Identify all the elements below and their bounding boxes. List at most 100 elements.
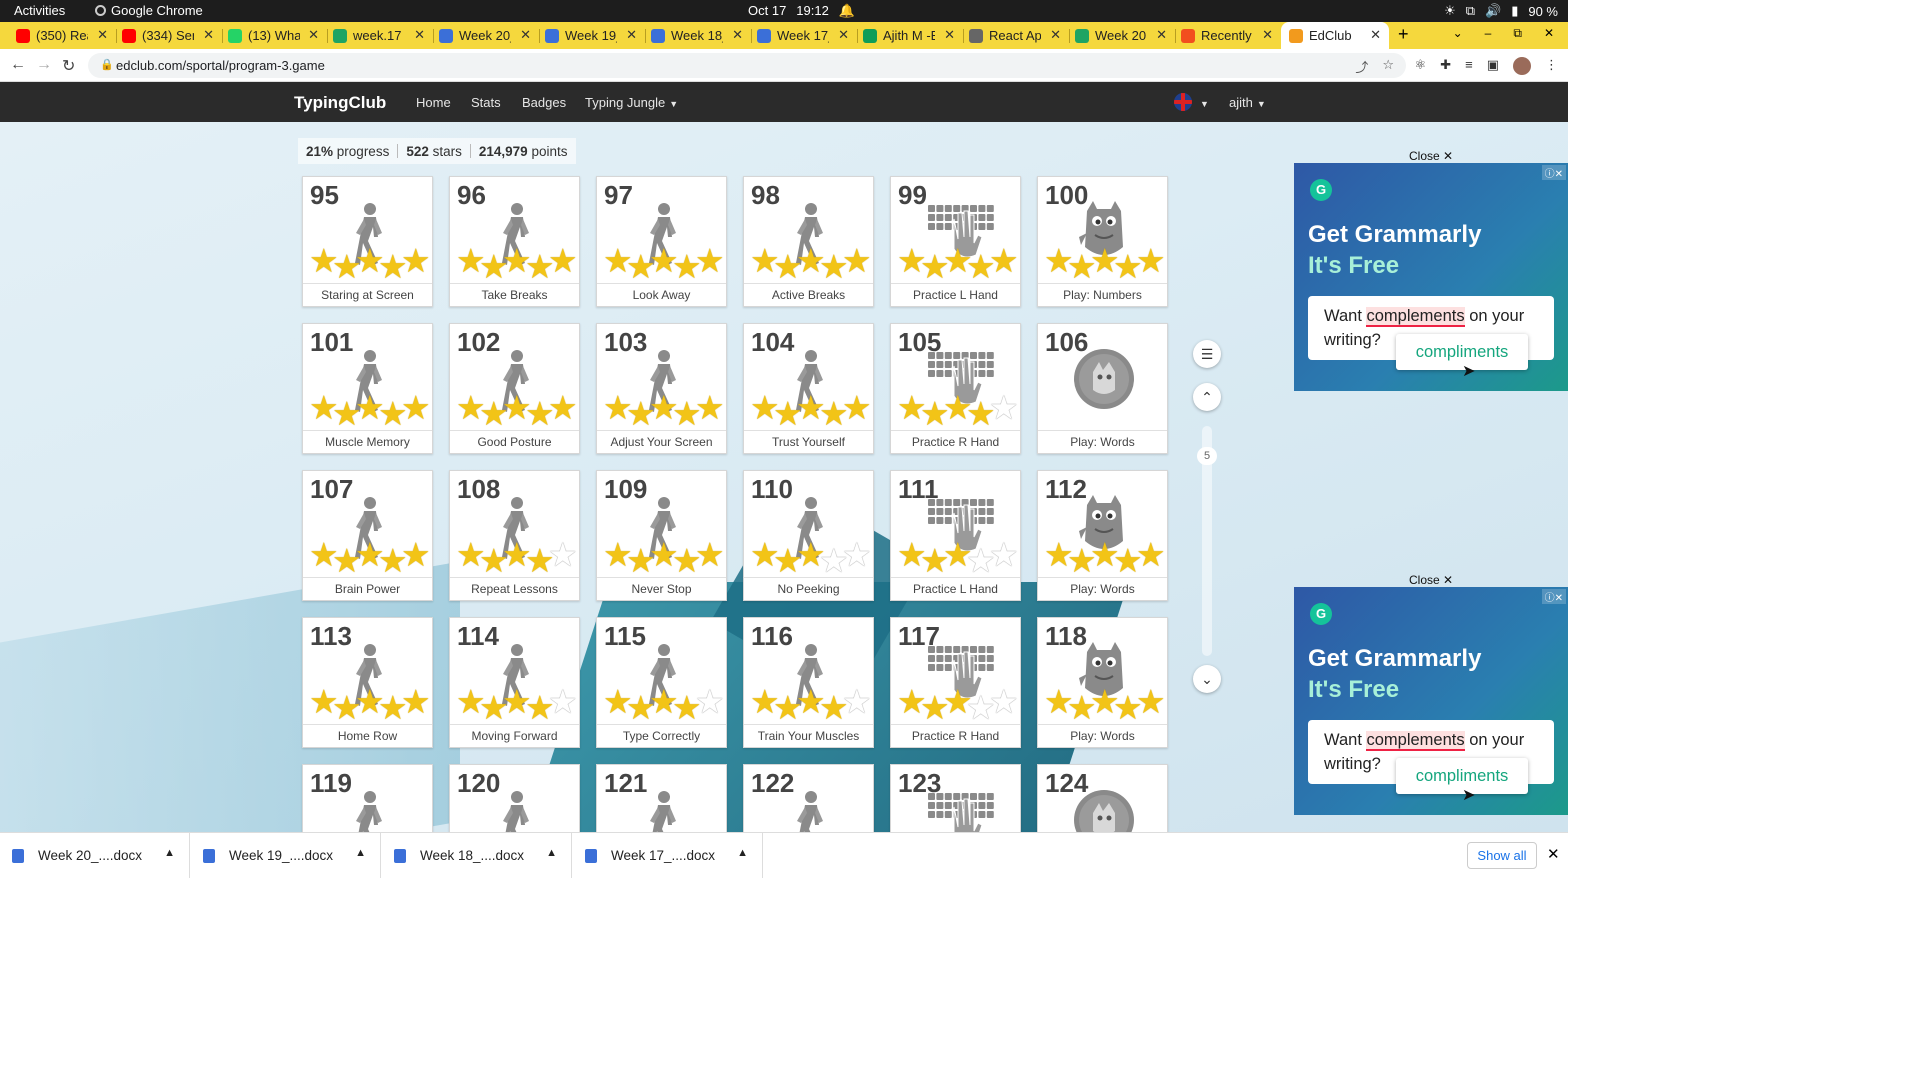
browser-tab[interactable]: Week 19_ ✕ bbox=[539, 22, 645, 49]
browser-tab[interactable]: Week 20_ ✕ bbox=[433, 22, 539, 49]
lesson-card[interactable]: 115 ★ ★ ★ ★ ★ Type Correctly bbox=[596, 617, 727, 748]
forward-icon[interactable]: → bbox=[36, 56, 52, 74]
scroll-up-icon[interactable]: ⌃ bbox=[1193, 383, 1221, 411]
reload-icon[interactable]: ↻ bbox=[62, 56, 75, 76]
browser-tab[interactable]: (13) What ✕ bbox=[222, 22, 327, 49]
tab-close-icon[interactable]: ✕ bbox=[520, 27, 531, 43]
lesson-card[interactable]: 122 bbox=[743, 764, 874, 832]
lesson-card[interactable]: 104 ★ ★ ★ ★ ★ Trust Yourself bbox=[743, 323, 874, 454]
lesson-card[interactable]: 118 ★ ★ ★ ★ ★ Play: Words bbox=[1037, 617, 1168, 748]
active-app[interactable]: Google Chrome bbox=[95, 3, 203, 18]
lesson-card[interactable]: 106 Play: Words bbox=[1037, 323, 1168, 454]
tab-close-icon[interactable]: ✕ bbox=[97, 27, 108, 43]
browser-tab[interactable]: EdClub ✕ bbox=[1281, 22, 1389, 49]
tab-close-icon[interactable]: ✕ bbox=[308, 27, 319, 43]
nav-typing-jungle[interactable]: Typing Jungle ▼ bbox=[585, 95, 678, 110]
chevron-up-icon[interactable]: ▲ bbox=[164, 847, 175, 859]
lesson-card[interactable]: 113 ★ ★ ★ ★ ★ Home Row bbox=[302, 617, 433, 748]
activities-button[interactable]: Activities bbox=[14, 3, 65, 18]
download-item[interactable]: Week 17_....docx ▲ bbox=[573, 833, 763, 878]
grammarly-ad[interactable]: G ⓘ✕ Get Grammarly It's Free Want comple… bbox=[1294, 163, 1568, 391]
show-all-button[interactable]: Show all bbox=[1467, 842, 1537, 869]
lesson-card[interactable]: 100 ★ ★ ★ ★ ★ Play: Numbers bbox=[1037, 176, 1168, 307]
ad-close-button[interactable]: Close ✕ bbox=[1409, 573, 1453, 587]
tab-close-icon[interactable]: ✕ bbox=[414, 27, 425, 43]
lesson-card[interactable]: 108 ★ ★ ★ ★ ★ Repeat Lessons bbox=[449, 470, 580, 601]
tab-close-icon[interactable]: ✕ bbox=[1050, 27, 1061, 43]
lesson-card[interactable]: 112 ★ ★ ★ ★ ★ Play: Words bbox=[1037, 470, 1168, 601]
lesson-card[interactable]: 102 ★ ★ ★ ★ ★ Good Posture bbox=[449, 323, 580, 454]
lesson-card[interactable]: 95 ★ ★ ★ ★ ★ Staring at Screen bbox=[302, 176, 433, 307]
react-devtools-icon[interactable]: ⚛ bbox=[1415, 57, 1427, 75]
lesson-card[interactable]: 109 ★ ★ ★ ★ ★ Never Stop bbox=[596, 470, 727, 601]
close-shelf-icon[interactable]: ✕ bbox=[1547, 845, 1560, 863]
tab-search-icon[interactable]: ⌄ bbox=[1453, 26, 1463, 41]
lesson-card[interactable]: 123 bbox=[890, 764, 1021, 832]
chevron-up-icon[interactable]: ▲ bbox=[737, 847, 748, 859]
browser-tab[interactable]: (334) Sen ✕ bbox=[116, 22, 222, 49]
system-tray[interactable]: ☀ ⧉ 🔊 ▮ 90 % bbox=[1444, 3, 1558, 19]
url-text[interactable]: edclub.com/sportal/program-3.game bbox=[116, 58, 325, 73]
nav-home[interactable]: Home bbox=[416, 95, 451, 110]
lesson-card[interactable]: 110 ★ ★ ★ ★ ★ No Peeking bbox=[743, 470, 874, 601]
chevron-up-icon[interactable]: ▲ bbox=[546, 847, 557, 859]
lesson-card[interactable]: 101 ★ ★ ★ ★ ★ Muscle Memory bbox=[302, 323, 433, 454]
browser-tab[interactable]: Recently ✕ bbox=[1175, 22, 1281, 49]
browser-tab[interactable]: week.17 - ✕ bbox=[327, 22, 433, 49]
omnibox[interactable]: 🔒 edclub.com/sportal/program-3.game ⤴ ☆ bbox=[88, 53, 1406, 78]
lesson-card[interactable]: 121 bbox=[596, 764, 727, 832]
clock[interactable]: Oct 17 19:12 🔔 bbox=[748, 3, 855, 19]
browser-tab[interactable]: Week 18_ ✕ bbox=[645, 22, 751, 49]
language-caret-icon[interactable]: ▼ bbox=[1196, 95, 1209, 110]
lesson-card[interactable]: 107 ★ ★ ★ ★ ★ Brain Power bbox=[302, 470, 433, 601]
grammarly-ad[interactable]: G ⓘ✕ Get Grammarly It's Free Want comple… bbox=[1294, 587, 1568, 815]
new-tab-button[interactable]: + bbox=[1398, 24, 1409, 45]
lock-icon[interactable]: 🔒 bbox=[100, 58, 114, 71]
lesson-card[interactable]: 99 ★ ★ ★ ★ ★ Practice L Hand bbox=[890, 176, 1021, 307]
lesson-card[interactable]: 117 ★ ★ ★ ★ ★ Practice R Hand bbox=[890, 617, 1021, 748]
profile-avatar[interactable] bbox=[1513, 57, 1531, 75]
tab-close-icon[interactable]: ✕ bbox=[1370, 27, 1381, 43]
lesson-card[interactable]: 114 ★ ★ ★ ★ ★ Moving Forward bbox=[449, 617, 580, 748]
chrome-menu-icon[interactable]: ⋮ bbox=[1545, 57, 1558, 75]
nav-stats[interactable]: Stats bbox=[471, 95, 501, 110]
lesson-card[interactable]: 119 bbox=[302, 764, 433, 832]
share-icon[interactable]: ⤴ bbox=[1355, 57, 1368, 76]
lesson-card[interactable]: 97 ★ ★ ★ ★ ★ Look Away bbox=[596, 176, 727, 307]
ad-info-icon[interactable]: ⓘ✕ bbox=[1541, 165, 1566, 180]
tab-close-icon[interactable]: ✕ bbox=[838, 27, 849, 43]
browser-tab[interactable]: React App ✕ bbox=[963, 22, 1069, 49]
menu-icon[interactable]: ☰ bbox=[1193, 340, 1221, 368]
browser-tab[interactable]: Week 20 - ✕ bbox=[1069, 22, 1175, 49]
tab-close-icon[interactable]: ✕ bbox=[626, 27, 637, 43]
lesson-card[interactable]: 105 ★ ★ ★ ★ ★ Practice R Hand bbox=[890, 323, 1021, 454]
back-icon[interactable]: ← bbox=[10, 56, 26, 74]
nav-badges[interactable]: Badges bbox=[522, 95, 566, 110]
browser-tab[interactable]: (350) Rea ✕ bbox=[10, 22, 116, 49]
tab-close-icon[interactable]: ✕ bbox=[1262, 27, 1273, 43]
download-item[interactable]: Week 18_....docx ▲ bbox=[382, 833, 572, 878]
lesson-card[interactable]: 116 ★ ★ ★ ★ ★ Train Your Muscles bbox=[743, 617, 874, 748]
media-icon[interactable]: ≡ bbox=[1465, 57, 1473, 75]
download-item[interactable]: Week 20_....docx ▲ bbox=[0, 833, 190, 878]
extensions-icon[interactable]: ✚ bbox=[1440, 57, 1451, 75]
user-menu[interactable]: ajith ▼ bbox=[1229, 95, 1266, 110]
lesson-card[interactable]: 103 ★ ★ ★ ★ ★ Adjust Your Screen bbox=[596, 323, 727, 454]
maximize-icon[interactable]: ⧉ bbox=[1513, 26, 1522, 41]
close-window-icon[interactable]: ✕ bbox=[1544, 26, 1554, 41]
browser-tab[interactable]: Week 17_ ✕ bbox=[751, 22, 857, 49]
browser-tab[interactable]: Ajith M -E ✕ bbox=[857, 22, 963, 49]
ad-close-button[interactable]: Close ✕ bbox=[1409, 149, 1453, 163]
scroll-down-icon[interactable]: ⌄ bbox=[1193, 665, 1221, 693]
brand-logo[interactable]: TypingClub bbox=[294, 93, 386, 113]
side-panel-icon[interactable]: ▣ bbox=[1487, 57, 1499, 75]
lesson-card[interactable]: 98 ★ ★ ★ ★ ★ Active Breaks bbox=[743, 176, 874, 307]
lesson-card[interactable]: 124 bbox=[1037, 764, 1168, 832]
lesson-card[interactable]: 111 ★ ★ ★ ★ ★ Practice L Hand bbox=[890, 470, 1021, 601]
tab-close-icon[interactable]: ✕ bbox=[732, 27, 743, 43]
download-item[interactable]: Week 19_....docx ▲ bbox=[191, 833, 381, 878]
minimize-icon[interactable]: – bbox=[1485, 26, 1492, 41]
lesson-card[interactable]: 120 bbox=[449, 764, 580, 832]
lesson-card[interactable]: 96 ★ ★ ★ ★ ★ Take Breaks bbox=[449, 176, 580, 307]
tab-close-icon[interactable]: ✕ bbox=[203, 27, 214, 43]
